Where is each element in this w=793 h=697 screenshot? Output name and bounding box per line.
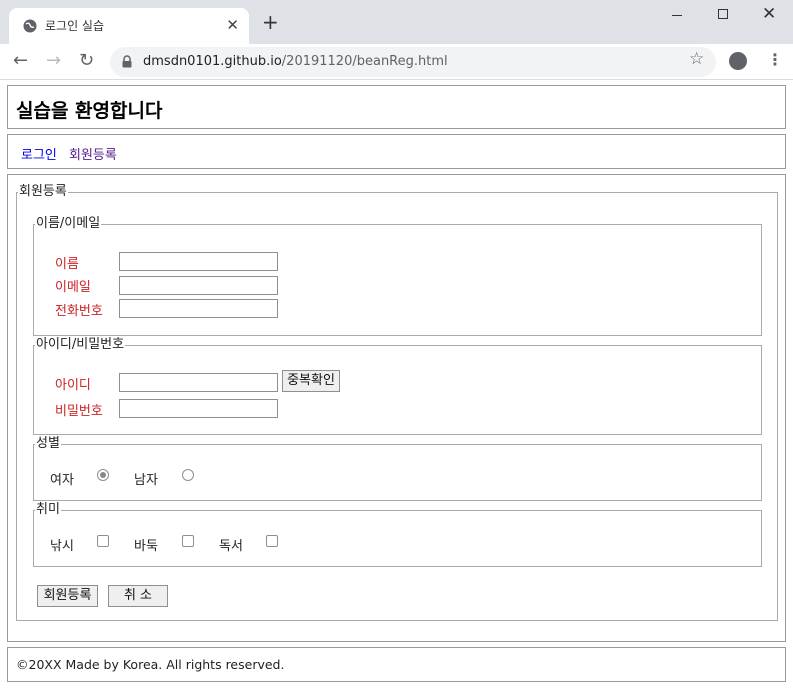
- nav-link-register[interactable]: 회원등록: [69, 144, 117, 163]
- hobby-fishing-checkbox[interactable]: [97, 535, 109, 547]
- id-password-fieldset: 아이디/비밀번호 아이디 중복확인 비밀번호: [33, 337, 762, 435]
- back-icon[interactable]: ←: [13, 52, 28, 70]
- bookmark-star-icon[interactable]: ☆: [689, 50, 704, 68]
- kebab-menu-icon[interactable]: ⋮: [767, 52, 783, 68]
- gender-female-label: 여자: [50, 473, 74, 488]
- main-box: 회원등록 이름/이메일 이름 이메일 전화번호 아이디/비밀번호 아이디 중복확…: [7, 174, 786, 642]
- id-password-legend: 아이디/비밀번호: [35, 337, 126, 353]
- header-box: 실습을 환영합니다: [7, 85, 786, 129]
- maximize-icon[interactable]: [718, 9, 728, 19]
- password-label: 비밀번호: [55, 404, 103, 419]
- profile-icon[interactable]: [729, 52, 747, 70]
- name-email-fieldset: 이름/이메일 이름 이메일 전화번호: [33, 216, 762, 336]
- name-label: 이름: [55, 257, 79, 272]
- window-close-icon[interactable]: ✕: [762, 5, 776, 23]
- gender-fieldset: 성별 여자 남자: [33, 436, 762, 501]
- name-email-legend: 이름/이메일: [35, 216, 102, 232]
- footer-box: ©20XX Made by Korea. All rights reserved…: [7, 647, 786, 682]
- hobby-reading-checkbox[interactable]: [266, 535, 278, 547]
- globe-icon: [23, 19, 37, 33]
- browser-toolbar: ← → ↻ dmsdn0101.github.io/20191120/beanR…: [0, 44, 793, 80]
- nav-box: 로그인 회원등록: [7, 134, 786, 169]
- hobby-baduk-checkbox[interactable]: [182, 535, 194, 547]
- email-label: 이메일: [55, 280, 91, 295]
- hobby-reading-label: 독서: [219, 539, 243, 554]
- hobby-fishing-label: 낚시: [50, 539, 74, 554]
- hobby-legend: 취미: [35, 502, 61, 518]
- reload-icon[interactable]: ↻: [79, 52, 94, 70]
- new-tab-icon[interactable]: +: [262, 12, 279, 32]
- phone-label: 전화번호: [55, 304, 103, 319]
- gender-male-label: 남자: [134, 473, 158, 488]
- gender-male-radio[interactable]: [182, 469, 194, 481]
- password-input[interactable]: [119, 399, 278, 418]
- id-input[interactable]: [119, 373, 278, 392]
- register-fieldset: 회원등록 이름/이메일 이름 이메일 전화번호 아이디/비밀번호 아이디 중복확…: [16, 184, 778, 621]
- gender-legend: 성별: [35, 436, 61, 452]
- page-title: 실습을 환영합니다: [16, 100, 163, 122]
- hobby-baduk-label: 바둑: [134, 539, 158, 554]
- tab-title: 로그인 실습: [45, 19, 105, 33]
- address-bar[interactable]: dmsdn0101.github.io/20191120/beanReg.htm…: [110, 47, 716, 77]
- name-input[interactable]: [119, 252, 278, 271]
- gender-female-radio[interactable]: [97, 469, 109, 481]
- browser-titlebar: 로그인 실습 ✕ + ✕: [0, 0, 793, 44]
- close-tab-icon[interactable]: ✕: [226, 18, 239, 33]
- phone-input[interactable]: [119, 299, 278, 318]
- cancel-button[interactable]: 취 소: [108, 585, 168, 607]
- id-label: 아이디: [55, 378, 91, 393]
- check-duplicate-button[interactable]: 중복확인: [282, 370, 340, 392]
- minimize-icon[interactable]: [672, 15, 682, 16]
- url-text: dmsdn0101.github.io/20191120/beanReg.htm…: [143, 54, 448, 69]
- lock-icon: [122, 55, 132, 68]
- nav-link-login[interactable]: 로그인: [21, 144, 57, 163]
- hobby-fieldset: 취미 낚시 바둑 독서: [33, 502, 762, 567]
- footer-copyright: ©20XX Made by Korea. All rights reserved…: [16, 657, 285, 672]
- submit-register-button[interactable]: 회원등록: [37, 585, 98, 607]
- register-legend: 회원등록: [18, 184, 68, 200]
- forward-icon[interactable]: →: [46, 52, 61, 70]
- browser-tab[interactable]: 로그인 실습 ✕: [9, 8, 249, 44]
- email-input[interactable]: [119, 276, 278, 295]
